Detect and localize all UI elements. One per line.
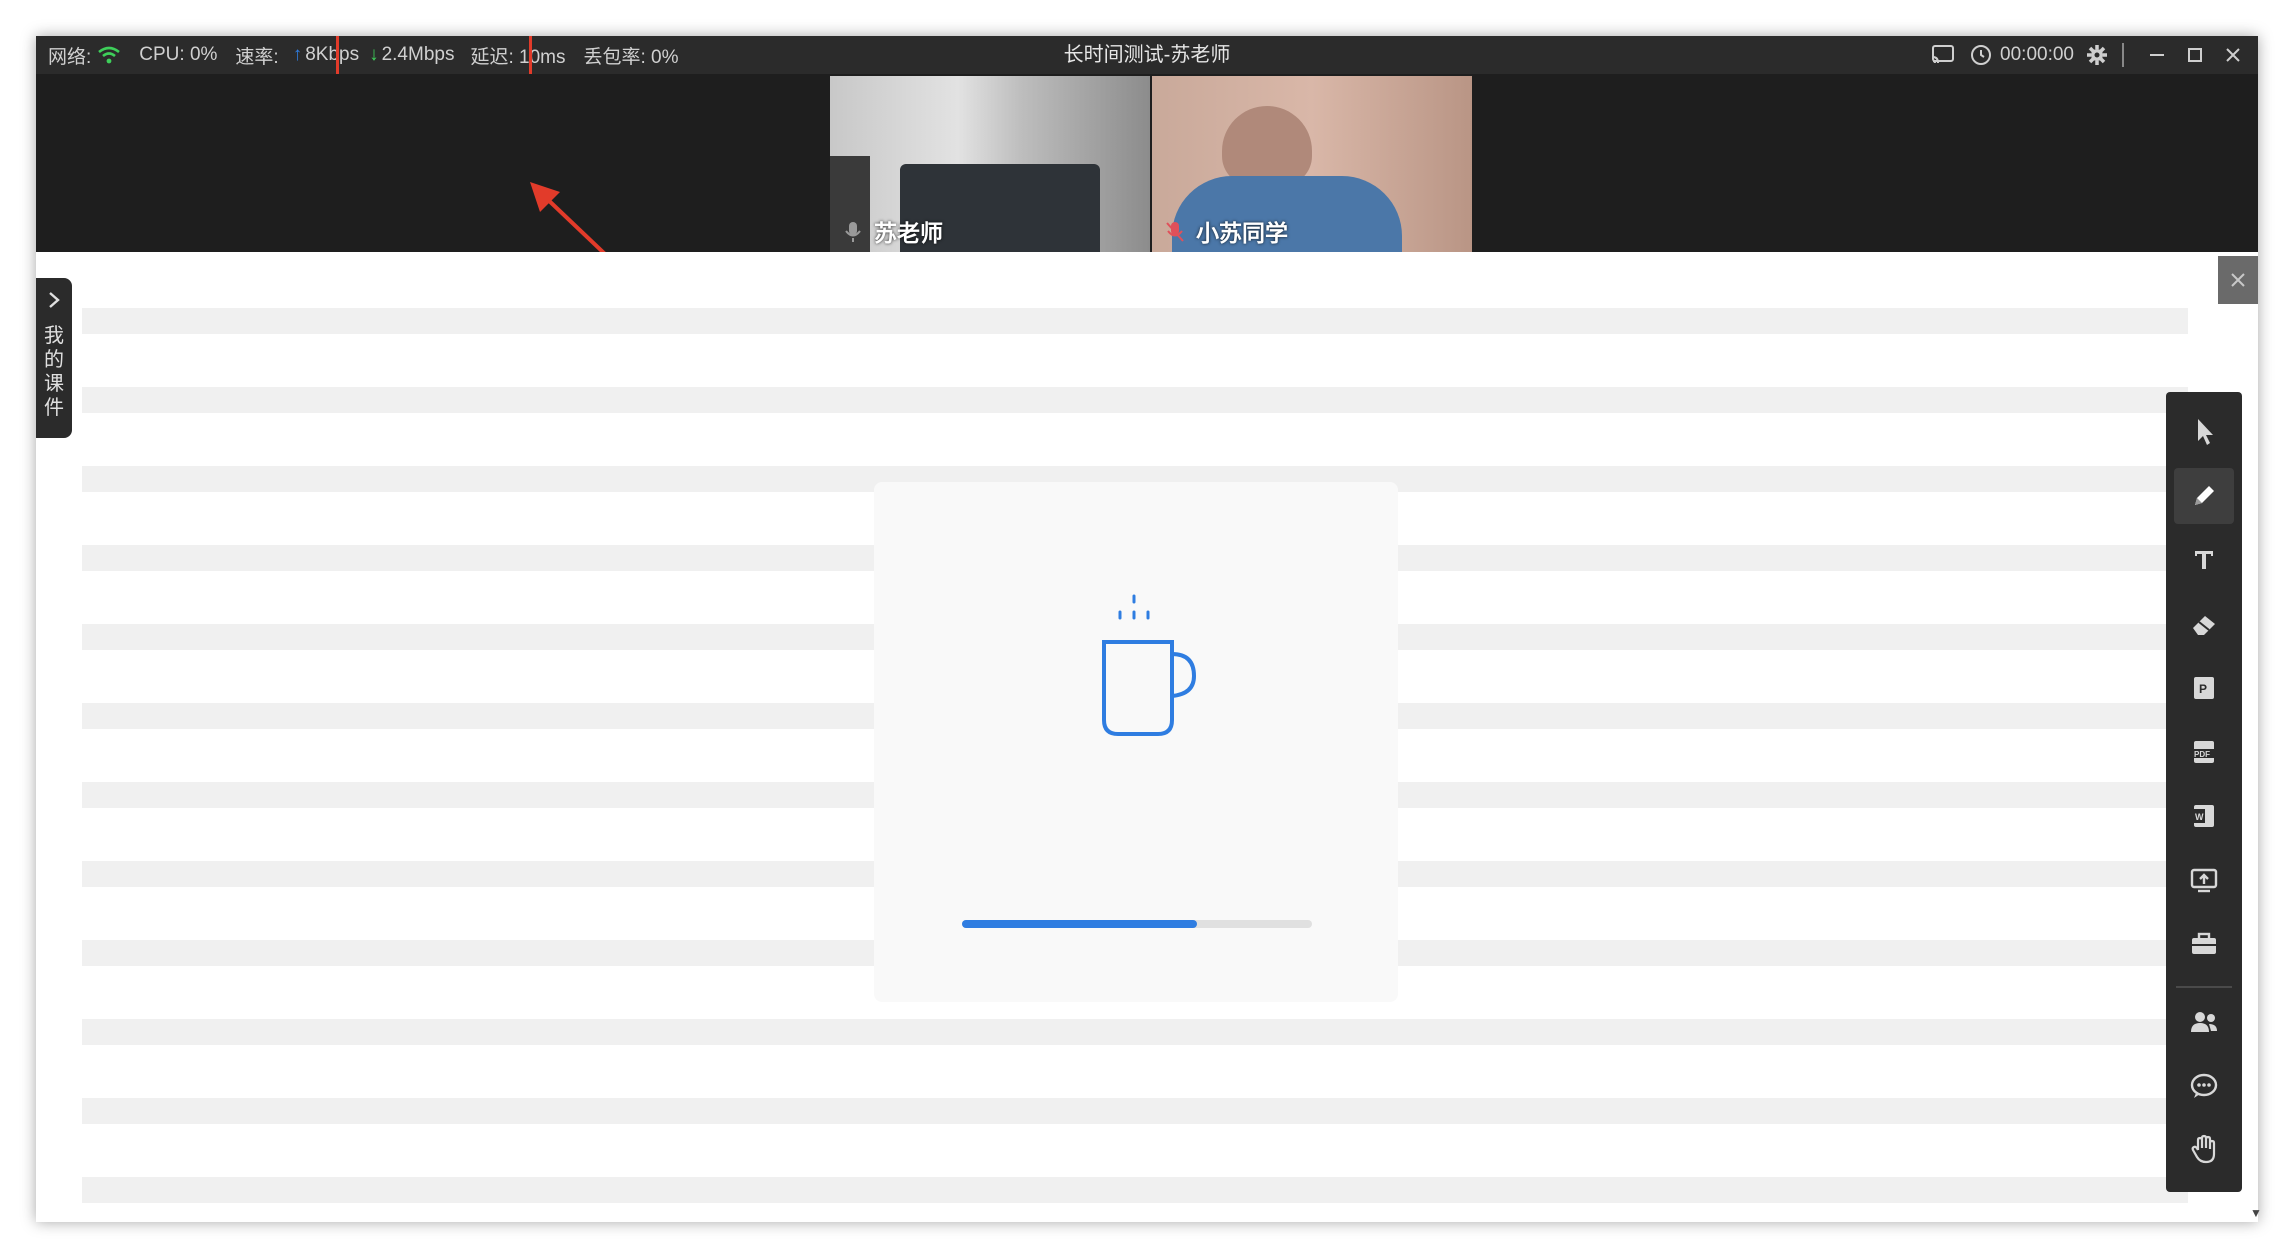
person-head-shape	[1222, 106, 1312, 186]
video-tile-teacher[interactable]: 苏老师	[830, 76, 1150, 252]
placeholder-line	[82, 1019, 2188, 1045]
close-panel-button[interactable]	[2218, 256, 2258, 304]
toolbar-divider	[2176, 986, 2232, 988]
network-label: 网络:	[48, 46, 92, 68]
placeholder-line	[82, 387, 2188, 413]
video-name-student: 小苏同学	[1196, 220, 1288, 246]
raise-hand-icon	[2191, 1134, 2216, 1164]
cast-icon[interactable]	[1928, 40, 1958, 70]
pen-tool[interactable]	[2174, 468, 2234, 524]
cursor-tool[interactable]	[2174, 404, 2234, 460]
close-icon[interactable]	[2218, 40, 2248, 70]
word-icon: W	[2194, 805, 2214, 827]
pen-icon	[2195, 486, 2214, 505]
rate-highlight-box	[336, 36, 532, 78]
screen-share-icon	[2190, 868, 2218, 893]
packet-loss: 丢包率: 0%	[583, 46, 679, 68]
microphone-icon	[845, 222, 861, 242]
title-bar: 网络: CPU: 0% 速率: ↑ 8Kbps ↓ 2.4Mbps 延迟: 10…	[36, 36, 2258, 78]
text-icon	[2195, 551, 2213, 569]
svg-text:PDF: PDF	[2194, 750, 2210, 759]
close-icon	[2231, 273, 2245, 287]
my-courseware-label: 我的课件	[44, 325, 64, 419]
pdf-icon: PDF	[2192, 741, 2216, 763]
users-tool[interactable]	[2174, 994, 2234, 1050]
eraser-tool[interactable]	[2174, 596, 2234, 652]
cursor-icon	[2198, 419, 2213, 445]
loading-progress-fill	[962, 920, 1197, 928]
minimize-icon[interactable]	[2142, 40, 2172, 70]
ppt-tool[interactable]: P	[2174, 660, 2234, 716]
wifi-icon	[98, 46, 121, 64]
svg-text:P: P	[2199, 682, 2207, 696]
video-strip: 苏老师 小苏同学	[36, 74, 2258, 276]
upload-arrow-icon: ↑	[292, 44, 303, 65]
loading-card	[874, 482, 1398, 1002]
my-courseware-tab[interactable]: 我的课件	[36, 278, 72, 438]
screen-share-tool[interactable]	[2174, 852, 2234, 908]
app-window: 网络: CPU: 0% 速率: ↑ 8Kbps ↓ 2.4Mbps 延迟: 10…	[36, 36, 2258, 1222]
whiteboard-toolbar: P PDF W	[2166, 392, 2242, 1192]
chevron-right-icon	[36, 290, 72, 316]
loading-progress-bar	[962, 920, 1312, 928]
eraser-icon	[2193, 616, 2215, 635]
cpu-usage: CPU: 0%	[139, 44, 218, 65]
ppt-icon: P	[2194, 677, 2214, 699]
placeholder-line	[82, 1177, 2188, 1203]
scroll-arrow-icon[interactable]: ▼	[2250, 1206, 2262, 1220]
toolbox-tool[interactable]	[2174, 916, 2234, 972]
video-name-teacher: 苏老师	[874, 220, 943, 246]
pdf-tool[interactable]: PDF	[2174, 724, 2234, 780]
coffee-cup-icon	[1102, 594, 1197, 736]
text-tool[interactable]	[2174, 532, 2234, 588]
clock-icon	[1966, 40, 1996, 70]
rate-label: 速率:	[235, 46, 279, 68]
word-tool[interactable]: W	[2174, 788, 2234, 844]
gear-icon[interactable]	[2082, 40, 2112, 70]
placeholder-line	[82, 1098, 2188, 1124]
courseware-area[interactable]: 我的课件 P PDF W	[36, 252, 2258, 1222]
raise-hand-tool[interactable]	[2174, 1122, 2234, 1178]
maximize-icon[interactable]	[2180, 40, 2210, 70]
chat-tool[interactable]	[2174, 1058, 2234, 1114]
microphone-muted-icon	[1166, 222, 1184, 242]
users-icon	[2191, 1012, 2217, 1032]
class-timer: 00:00:00	[2000, 44, 2074, 65]
chat-icon	[2190, 1073, 2218, 1098]
svg-text:W: W	[2195, 812, 2204, 822]
video-tile-student[interactable]: 小苏同学	[1152, 76, 1472, 252]
toolbox-icon	[2192, 932, 2216, 954]
titlebar-divider	[2122, 43, 2124, 67]
placeholder-line	[82, 308, 2188, 334]
